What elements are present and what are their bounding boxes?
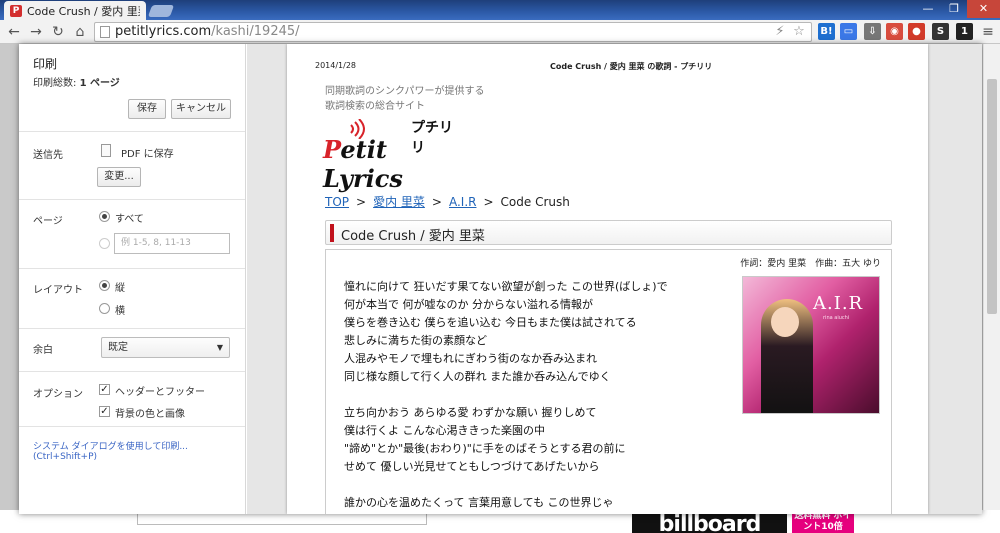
- print-preview-area: 2014/1/28 Code Crush / 愛内 里菜 の歌詞 - プチリリ …: [247, 44, 982, 514]
- page-icon: [100, 26, 110, 38]
- layout-portrait-radio[interactable]: [99, 280, 110, 291]
- url-host: petitlyrics.com: [115, 24, 212, 39]
- breadcrumb-separator: >: [483, 195, 494, 209]
- album-cover-image: A.I.R rina aiuchi: [742, 276, 880, 414]
- breadcrumb-album[interactable]: A.I.R: [449, 195, 477, 209]
- close-window-button[interactable]: ✕: [967, 0, 1000, 18]
- print-title: 印刷: [33, 57, 58, 71]
- print-settings-panel: 印刷 印刷総数: 1 ページ 保存 キャンセル 送信先 PDF に保存 変更..…: [19, 44, 246, 514]
- cover-subtitle: rina aiuchi: [823, 315, 850, 321]
- breadcrumb-artist[interactable]: 愛内 里菜: [373, 195, 425, 209]
- minimize-button[interactable]: —: [915, 0, 941, 18]
- cover-face: [771, 307, 799, 337]
- song-heading: Code Crush / 愛内 里菜: [341, 229, 485, 244]
- song-heading-bar: Code Crush / 愛内 里菜: [325, 220, 892, 245]
- maximize-button[interactable]: ❐: [941, 0, 967, 18]
- breadcrumb: TOP > 愛内 里菜 > A.I.R > Code Crush: [325, 193, 570, 210]
- breadcrumb-top[interactable]: TOP: [325, 195, 349, 209]
- layout-label: レイアウト: [33, 285, 83, 296]
- address-bar[interactable]: petitlyrics.com/kashi/19245/ ⚡ ☆: [94, 22, 812, 42]
- preview-page: 2014/1/28 Code Crush / 愛内 里菜 の歌詞 - プチリリ …: [287, 44, 928, 514]
- back-icon[interactable]: ←: [4, 23, 24, 41]
- header-footer-checkbox[interactable]: ✓: [99, 384, 110, 395]
- home-icon[interactable]: ⌂: [70, 23, 90, 41]
- pages-label: ページ: [33, 216, 63, 227]
- print-dialog: 印刷 印刷総数: 1 ページ 保存 キャンセル 送信先 PDF に保存 変更..…: [19, 44, 982, 514]
- browser-tab[interactable]: P Code Crush / 愛内 里菜 ×: [4, 1, 146, 20]
- new-tab-button[interactable]: [147, 5, 175, 17]
- heading-accent: [330, 224, 334, 242]
- divider: [19, 371, 245, 372]
- margins-label: 余白: [33, 345, 53, 356]
- menu-icon[interactable]: ≡: [978, 23, 998, 41]
- download-icon[interactable]: ⇩: [864, 23, 881, 40]
- divider: [19, 426, 245, 427]
- url-path: /kashi/19245/: [211, 24, 300, 39]
- background-graphics-checkbox[interactable]: ✓: [99, 406, 110, 417]
- destination-value: PDF に保存: [121, 149, 174, 160]
- breadcrumb-separator: >: [356, 195, 367, 209]
- lyrics-text: 憧れに向けて 狂いだす果てない欲望が創った この世界(ばしょ)で 何が本当で 何…: [344, 280, 668, 509]
- adblock-icon[interactable]: ◉: [886, 23, 903, 40]
- pages-range-input[interactable]: 例 1-5, 8, 11-13: [114, 233, 230, 254]
- evernote-icon[interactable]: S: [932, 23, 949, 40]
- petitlyrics-logo: プチリリ Petit Lyrics: [323, 117, 463, 193]
- header-footer-label: ヘッダーとフッター: [115, 387, 205, 398]
- margins-value: 既定: [108, 342, 128, 353]
- save-button[interactable]: 保存: [128, 99, 166, 119]
- lyrics-box: 作詞：愛内 里菜 作曲：五大 ゆり 憧れに向けて 狂いだす果てない欲望が創った …: [325, 249, 892, 514]
- bookmark-star-icon[interactable]: ☆: [790, 23, 808, 41]
- divider: [19, 131, 245, 132]
- change-destination-button[interactable]: 変更...: [97, 167, 141, 187]
- layout-landscape-radio[interactable]: [99, 303, 110, 314]
- breadcrumb-separator: >: [431, 195, 442, 209]
- page-header-title: Code Crush / 愛内 里菜 の歌詞 - プチリリ: [550, 62, 713, 71]
- pages-all-radio[interactable]: [99, 211, 110, 222]
- tab-strip: P Code Crush / 愛内 里菜 × — ❐ ✕: [0, 0, 1000, 20]
- options-label: オプション: [33, 389, 83, 400]
- tab-title: Code Crush / 愛内 里菜 ×: [27, 4, 140, 18]
- logo-text: Petit Lyrics: [323, 135, 463, 193]
- breadcrumb-song: Code Crush: [500, 195, 570, 209]
- scrollbar-thumb[interactable]: [987, 79, 997, 314]
- cover-title: A.I.R: [813, 293, 864, 314]
- logo-p: P: [323, 135, 341, 164]
- divider: [19, 268, 245, 269]
- divider: [19, 328, 245, 329]
- song-credits: 作詞：愛内 里菜 作曲：五大 ゆり: [740, 259, 881, 269]
- tagline-line-2: 歌詞検索の総合サイト: [325, 101, 425, 112]
- layout-portrait-label: 縦: [115, 283, 125, 294]
- summary-label: 印刷総数:: [33, 78, 77, 89]
- cancel-button[interactable]: キャンセル: [171, 99, 231, 119]
- dropdown-arrow-icon: ▼: [216, 343, 223, 352]
- page-action-icon[interactable]: ⚡: [771, 23, 789, 41]
- summary-value: 1 ページ: [79, 78, 120, 89]
- record-icon[interactable]: ●: [908, 23, 925, 40]
- page-header-date: 2014/1/28: [315, 61, 357, 70]
- tagline-line-1: 同期歌詞のシンクパワーが提供する: [325, 86, 485, 97]
- pages-custom-radio[interactable]: [99, 238, 110, 249]
- background-graphics-label: 背景の色と画像: [115, 409, 185, 420]
- destination-label: 送信先: [33, 150, 63, 161]
- forward-icon[interactable]: →: [26, 23, 46, 41]
- pdf-file-icon: [101, 144, 111, 157]
- notification-icon[interactable]: 1: [956, 23, 973, 40]
- page-scrollbar[interactable]: [983, 44, 1000, 510]
- print-summary: 印刷総数: 1 ページ: [33, 74, 120, 89]
- browser-toolbar: ← → ↻ ⌂ petitlyrics.com/kashi/19245/ ⚡ ☆…: [0, 20, 1000, 44]
- site-tagline: 同期歌詞のシンクパワーが提供する 歌詞検索の総合サイト: [325, 84, 485, 114]
- hatena-bookmark-icon[interactable]: B!: [818, 23, 835, 40]
- site-favicon-icon: P: [10, 4, 22, 17]
- reload-icon[interactable]: ↻: [48, 23, 68, 41]
- pages-all-label: すべて: [115, 214, 144, 225]
- system-dialog-link[interactable]: システム ダイアログを使用して印刷... (Ctrl+Shift+P): [33, 439, 245, 462]
- margins-select[interactable]: 既定 ▼: [101, 337, 230, 358]
- chat-icon[interactable]: ▭: [840, 23, 857, 40]
- layout-landscape-label: 横: [115, 306, 125, 317]
- divider: [19, 199, 245, 200]
